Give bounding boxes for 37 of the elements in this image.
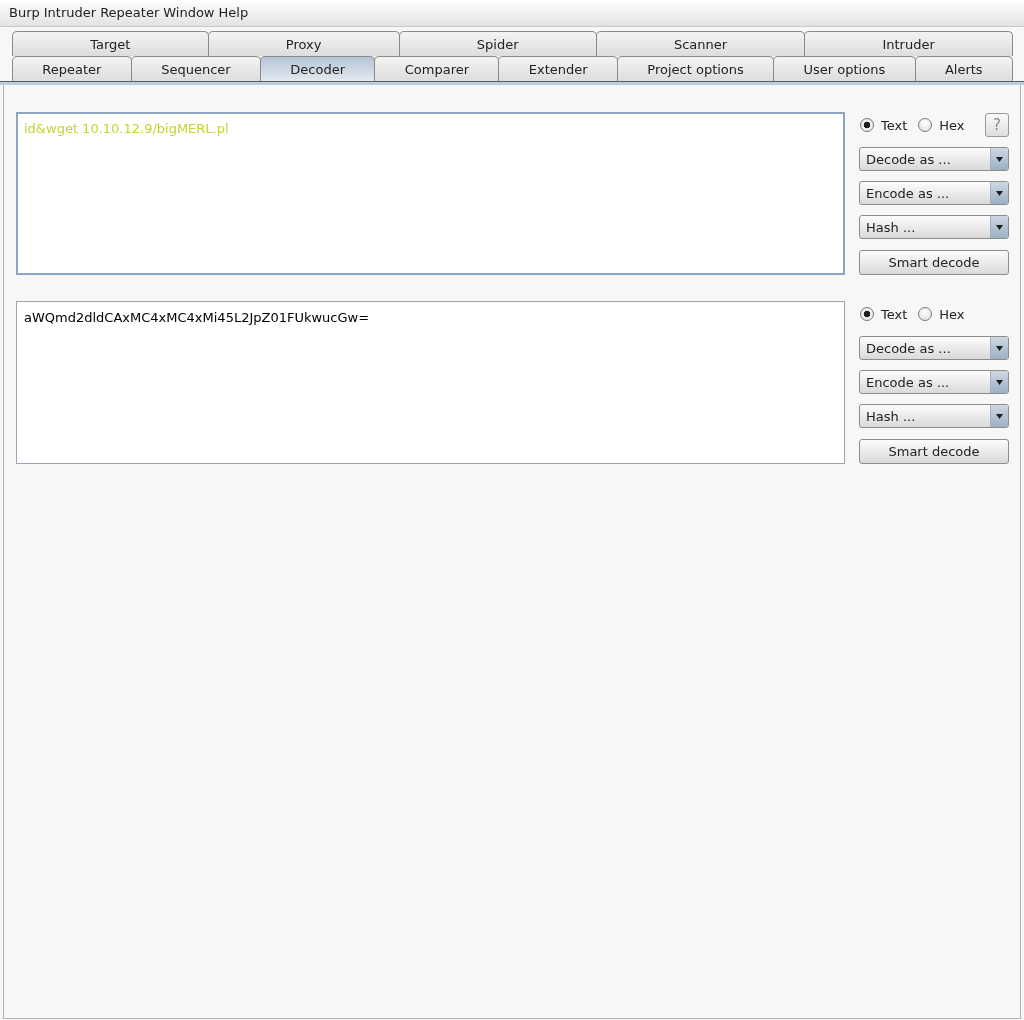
menu-item[interactable]: Repeater <box>98 4 162 22</box>
smart-decode-button[interactable]: Smart decode <box>859 250 1009 275</box>
tab[interactable]: Repeater <box>12 56 132 81</box>
radio-button[interactable]: Hex <box>918 306 965 322</box>
dropdown[interactable]: Decode as ... <box>859 147 1009 171</box>
tab[interactable]: Comparer <box>374 56 500 81</box>
dropdown[interactable]: Encode as ... <box>859 181 1009 205</box>
radio-button[interactable]: Hex <box>918 117 965 133</box>
dropdown[interactable]: Decode as ... <box>859 336 1009 360</box>
menu-item[interactable]: Intruder <box>41 4 99 22</box>
dropdown[interactable]: Encode as ... <box>859 370 1009 394</box>
caret-icon <box>990 148 1008 170</box>
tab[interactable]: Proxy <box>207 31 400 56</box>
tab[interactable]: Sequencer <box>130 56 261 81</box>
tab[interactable]: Alerts <box>914 56 1013 81</box>
radio-button[interactable]: Text <box>860 306 908 322</box>
caret-icon <box>990 216 1008 238</box>
tab[interactable]: Decoder <box>260 56 376 81</box>
tab[interactable]: Project options <box>617 56 775 81</box>
tab[interactable]: User options <box>773 56 916 81</box>
tab[interactable]: Target <box>12 31 209 56</box>
dropdown[interactable]: Hash ... <box>859 215 1009 239</box>
tab[interactable]: Intruder <box>804 31 1013 56</box>
caret-icon <box>990 337 1008 359</box>
dropdown[interactable]: Hash ... <box>859 404 1009 428</box>
caret-icon <box>990 182 1008 204</box>
text-area-field[interactable]: aWQmd2dldCAxMC4xMC4xMi45L2JpZ01FUkwucGw= <box>16 301 845 464</box>
caret-icon <box>990 371 1008 393</box>
menu-item[interactable]: Burp <box>7 4 42 22</box>
menu-item[interactable]: Help <box>216 4 251 22</box>
caret-icon <box>990 405 1008 427</box>
menu-item[interactable]: Window <box>161 4 217 22</box>
smart-decode-button[interactable]: Smart decode <box>859 439 1009 464</box>
tab[interactable]: Scanner <box>595 31 806 56</box>
radio-button[interactable]: Text <box>860 117 908 133</box>
tab[interactable]: Extender <box>498 56 618 81</box>
tab[interactable]: Spider <box>398 31 597 56</box>
